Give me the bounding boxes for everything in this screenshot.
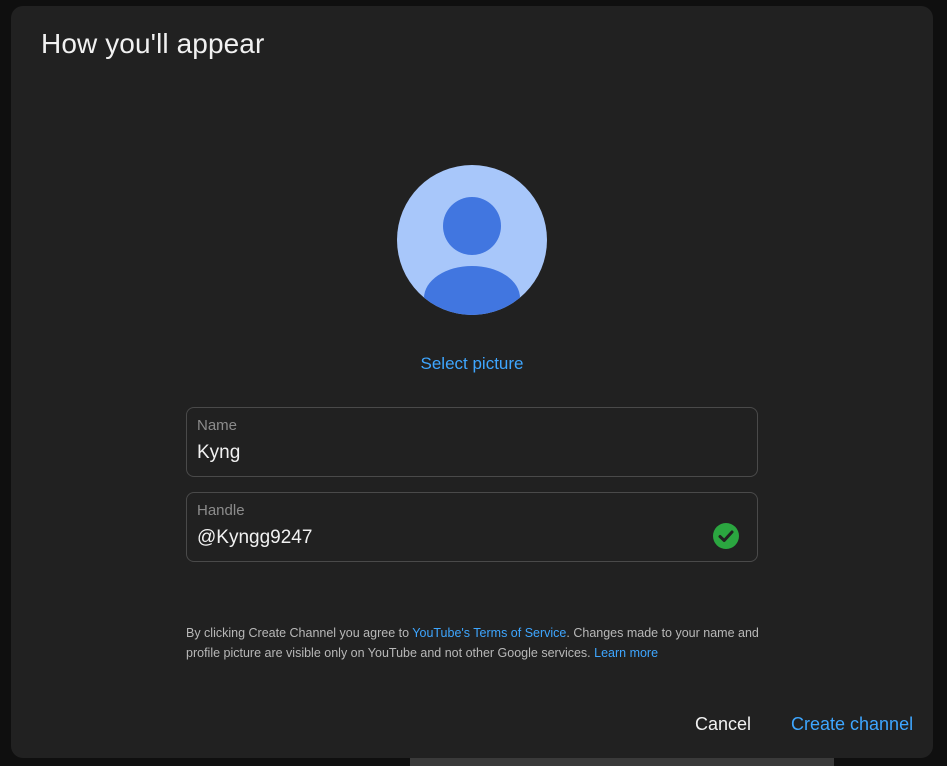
person-icon [424,197,520,315]
terms-of-service-link[interactable]: YouTube's Terms of Service [412,626,566,640]
terms-notice: By clicking Create Channel you agree to … [186,623,761,663]
name-input[interactable] [197,442,697,464]
select-picture-link[interactable]: Select picture [11,354,933,374]
handle-field[interactable]: Handle [186,492,758,562]
learn-more-link[interactable]: Learn more [594,646,658,660]
avatar [397,165,547,315]
terms-text-before: By clicking Create Channel you agree to [186,626,413,640]
check-circle-icon [713,523,739,549]
name-field[interactable]: Name [186,407,758,477]
handle-input[interactable] [197,527,697,549]
dialog-title: How you'll appear [41,28,265,59]
name-field-label: Name [197,417,238,434]
handle-field-label: Handle [197,502,245,519]
create-channel-button[interactable]: Create channel [791,714,913,735]
cancel-button[interactable]: Cancel [695,714,751,735]
create-channel-dialog: How you'll appear Select picture Name Ha… [11,6,933,758]
